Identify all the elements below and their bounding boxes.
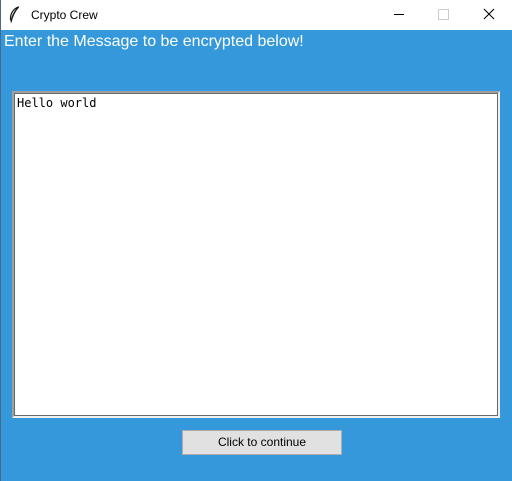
- minimize-icon: [394, 14, 404, 15]
- minimize-button[interactable]: [376, 0, 422, 30]
- close-button[interactable]: [466, 0, 512, 30]
- feather-icon: [7, 6, 21, 24]
- continue-button[interactable]: Click to continue: [182, 430, 342, 455]
- message-input[interactable]: Hello world: [12, 91, 500, 418]
- prompt-label: Enter the Message to be encrypted below!: [4, 33, 304, 50]
- close-icon: [483, 8, 495, 20]
- maximize-button[interactable]: [421, 0, 467, 30]
- window-edge: [0, 0, 1, 481]
- app-window: Crypto Crew Enter the Message to be encr…: [0, 0, 512, 481]
- title-bar[interactable]: Crypto Crew: [0, 0, 512, 30]
- window-title: Crypto Crew: [31, 8, 98, 22]
- maximize-icon: [438, 9, 449, 20]
